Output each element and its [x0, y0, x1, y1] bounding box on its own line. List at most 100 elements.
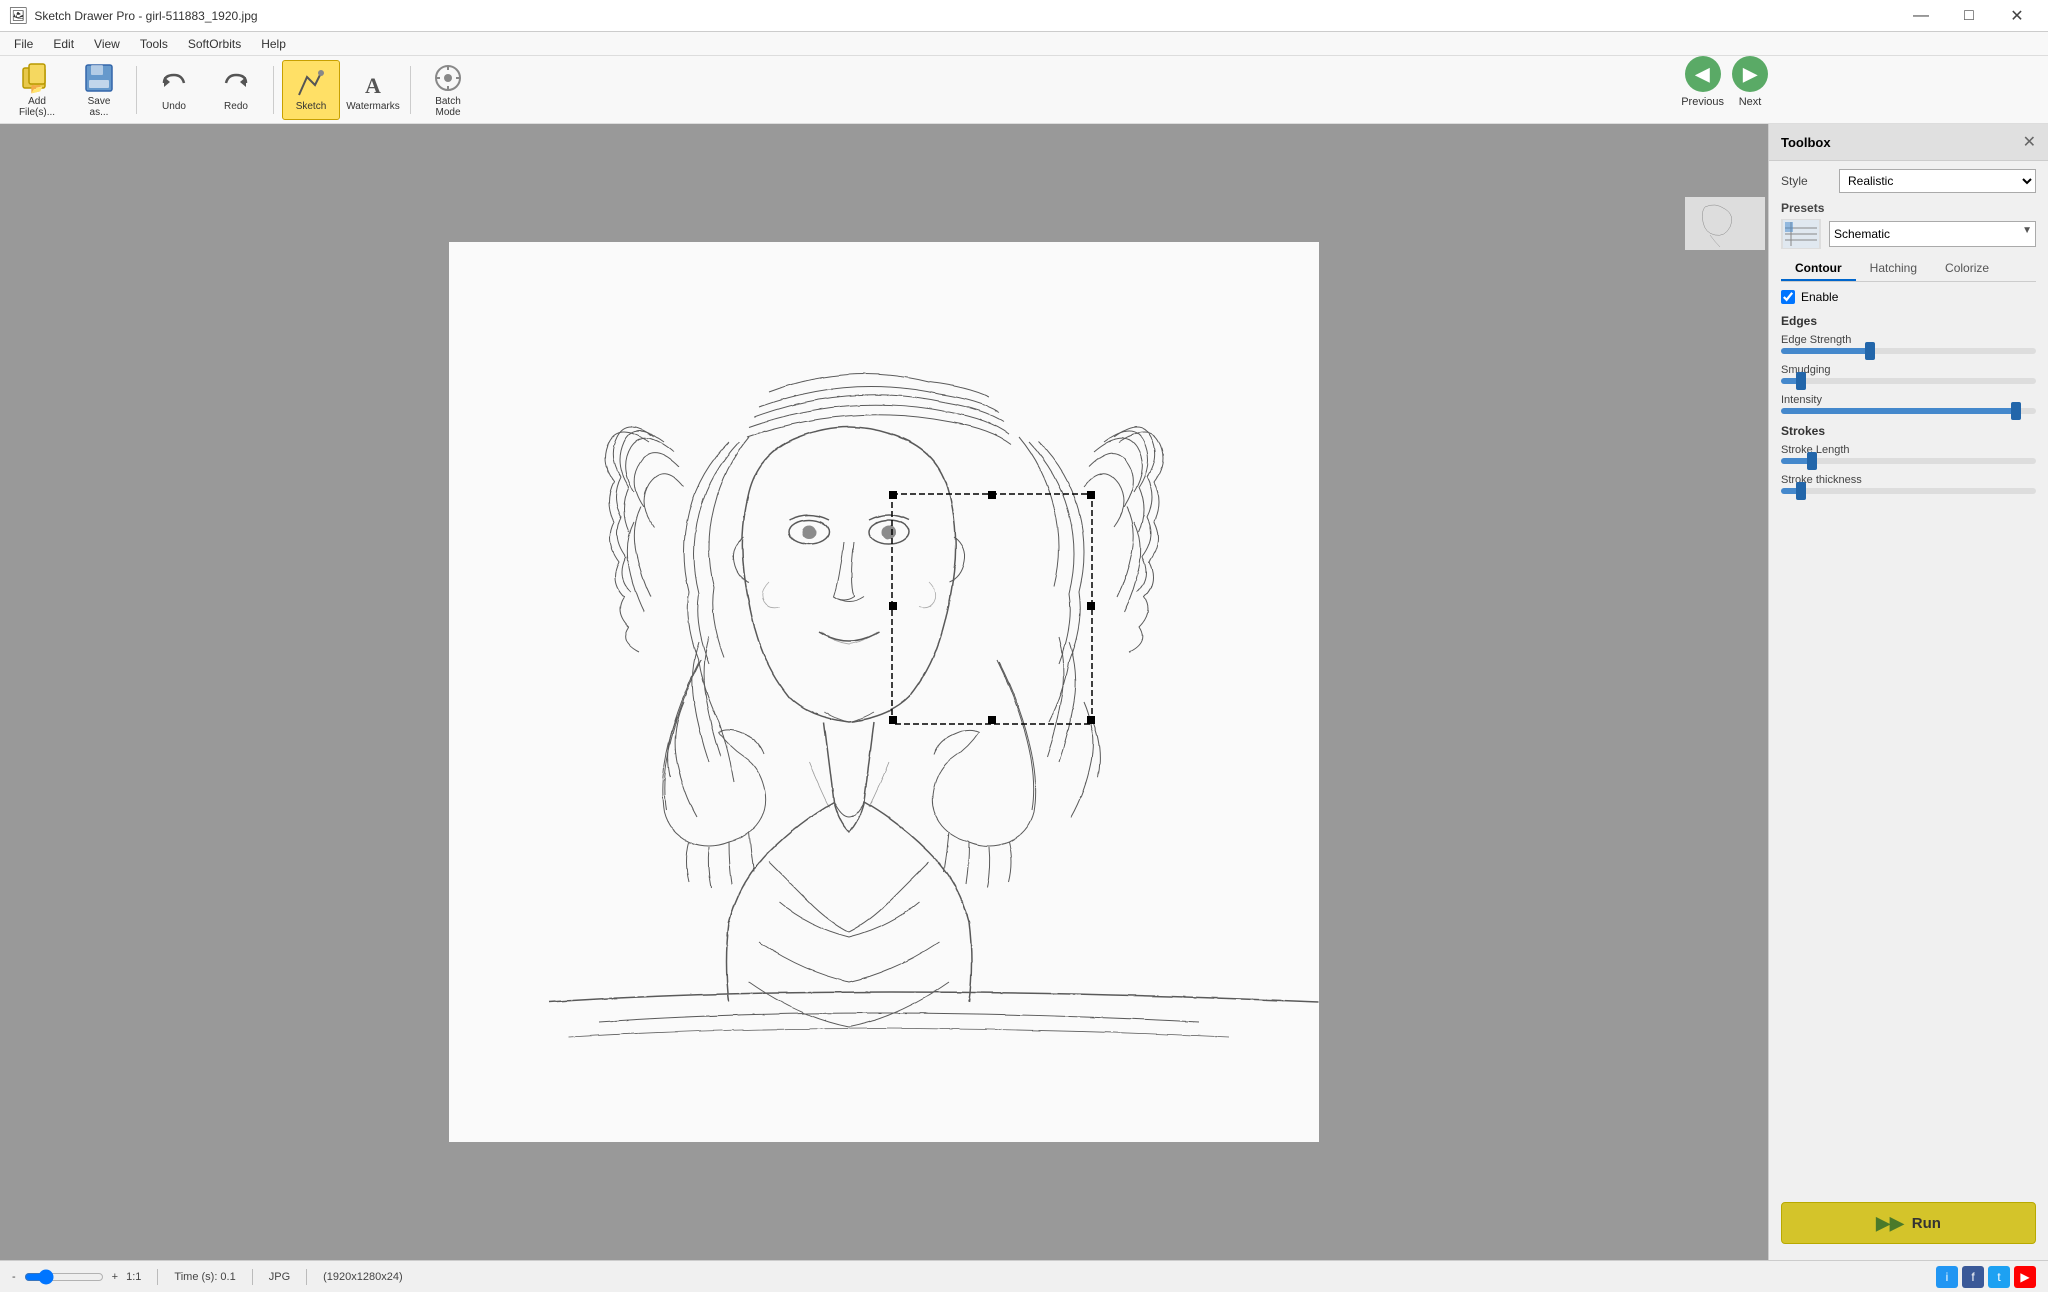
undo-icon — [158, 67, 190, 99]
stroke-thickness-track[interactable] — [1781, 488, 2036, 494]
menu-tools[interactable]: Tools — [130, 32, 178, 56]
smudging-track[interactable] — [1781, 378, 2036, 384]
style-row: Style Realistic Artistic Comic Manga — [1781, 169, 2036, 193]
tabs-row: Contour Hatching Colorize — [1781, 257, 2036, 282]
stroke-thickness-thumb[interactable] — [1796, 482, 1806, 500]
enable-checkbox[interactable] — [1781, 290, 1795, 304]
presets-row: Schematic Classic Modern Soft — [1781, 219, 2036, 249]
save-as-icon — [83, 62, 115, 94]
sketch-icon — [295, 67, 327, 99]
smudging-thumb[interactable] — [1796, 372, 1806, 390]
undo-label: Undo — [162, 101, 186, 112]
sketch-image — [449, 242, 1319, 1142]
sketch-label: Sketch — [296, 101, 327, 112]
window-controls: — □ ✕ — [1898, 1, 2040, 31]
edge-strength-thumb[interactable] — [1865, 342, 1875, 360]
status-bar: - + 1:1 Time (s): 0.1 JPG (1920x1280x24)… — [0, 1260, 2048, 1292]
format-label: JPG — [269, 1271, 290, 1283]
twitter-button[interactable]: t — [1988, 1266, 2010, 1288]
save-as-button[interactable]: Save as... — [70, 60, 128, 120]
menu-file[interactable]: File — [4, 32, 43, 56]
menu-edit[interactable]: Edit — [43, 32, 84, 56]
status-sep-2 — [252, 1269, 253, 1285]
svg-text:📂: 📂 — [31, 84, 43, 94]
edge-strength-row: Edge Strength — [1781, 334, 2036, 354]
menu-help[interactable]: Help — [251, 32, 296, 56]
watermarks-label: Watermarks — [346, 101, 400, 112]
watermarks-button[interactable]: A Watermarks — [344, 60, 402, 120]
style-label: Style — [1781, 174, 1831, 188]
preview-thumbnail — [1684, 196, 1766, 251]
stroke-length-row: Stroke Length — [1781, 444, 2036, 464]
stroke-length-label: Stroke Length — [1781, 444, 2036, 456]
toolbox-spacer — [1769, 512, 2048, 1186]
previous-icon: ◀ — [1685, 56, 1721, 92]
info-button[interactable]: i — [1936, 1266, 1958, 1288]
time-label: Time (s): 0.1 — [174, 1271, 235, 1283]
redo-button[interactable]: Redo — [207, 60, 265, 120]
style-select[interactable]: Realistic Artistic Comic Manga — [1839, 169, 2036, 193]
stroke-thickness-label: Stroke thickness — [1781, 474, 2036, 486]
smudging-row: Smudging — [1781, 364, 2036, 384]
menu-bar: File Edit View Tools SoftOrbits Help — [0, 32, 2048, 56]
style-section: Style Realistic Artistic Comic Manga Pre… — [1769, 161, 2048, 512]
strokes-section-title: Strokes — [1781, 424, 2036, 438]
intensity-row: Intensity — [1781, 394, 2036, 414]
social-buttons: i f t ▶ — [1936, 1266, 2036, 1288]
toolbar-sep-3 — [410, 66, 411, 114]
menu-view[interactable]: View — [84, 32, 130, 56]
add-files-icon: 📂 — [21, 62, 53, 94]
zoom-icon-minus: - — [12, 1271, 16, 1283]
presets-label: Presets — [1781, 201, 2036, 215]
youtube-button[interactable]: ▶ — [2014, 1266, 2036, 1288]
tab-hatching[interactable]: Hatching — [1856, 257, 1931, 281]
zoom-label: 1:1 — [126, 1271, 141, 1283]
batch-mode-button[interactable]: Batch Mode — [419, 60, 477, 120]
tab-contour[interactable]: Contour — [1781, 257, 1856, 281]
zoom-section: - + 1:1 — [12, 1269, 141, 1285]
presets-select[interactable]: Schematic Classic Modern Soft — [1829, 221, 2036, 247]
status-sep-3 — [306, 1269, 307, 1285]
add-files-button[interactable]: 📂 Add File(s)... — [8, 60, 66, 120]
batch-mode-icon — [432, 62, 464, 94]
redo-icon — [220, 67, 252, 99]
maximize-button[interactable]: □ — [1946, 1, 1992, 31]
sketch-canvas — [449, 242, 1319, 1142]
batch-mode-label: Batch Mode — [435, 96, 461, 118]
toolbox-close-button[interactable]: ✕ — [2023, 132, 2036, 152]
previous-label: Previous — [1681, 96, 1724, 108]
run-button[interactable]: ▶▶ Run — [1781, 1202, 2036, 1244]
main-area: Toolbox ✕ Style Realistic Artistic Comic… — [0, 124, 2048, 1260]
menu-softorbits[interactable]: SoftOrbits — [178, 32, 251, 56]
title-bar: 🖼 Sketch Drawer Pro - girl-511883_1920.j… — [0, 0, 2048, 32]
intensity-track[interactable] — [1781, 408, 2036, 414]
undo-button[interactable]: Undo — [145, 60, 203, 120]
run-icon: ▶▶ — [1876, 1213, 1904, 1234]
zoom-slider[interactable] — [24, 1269, 104, 1285]
tab-colorize[interactable]: Colorize — [1931, 257, 2003, 281]
previous-button[interactable]: ◀ Previous — [1681, 56, 1724, 108]
close-button[interactable]: ✕ — [1994, 1, 2040, 31]
edge-strength-track[interactable] — [1781, 348, 2036, 354]
next-button[interactable]: ▶ Next — [1732, 56, 1768, 108]
window-title: Sketch Drawer Pro - girl-511883_1920.jpg — [34, 9, 257, 23]
preview-nav: ◀ Previous ▶ Next — [1681, 56, 1768, 108]
next-icon: ▶ — [1732, 56, 1768, 92]
intensity-fill — [1781, 408, 2016, 414]
stroke-length-thumb[interactable] — [1807, 452, 1817, 470]
presets-select-wrap: Schematic Classic Modern Soft — [1829, 221, 2036, 247]
sketch-button[interactable]: Sketch — [282, 60, 340, 120]
next-label: Next — [1739, 96, 1762, 108]
smudging-label: Smudging — [1781, 364, 2036, 376]
intensity-label: Intensity — [1781, 394, 2036, 406]
toolbox-header: Toolbox ✕ — [1769, 124, 2048, 161]
intensity-thumb[interactable] — [2011, 402, 2021, 420]
add-files-label: Add File(s)... — [19, 96, 55, 118]
save-as-label: Save as... — [88, 96, 111, 118]
stroke-length-track[interactable] — [1781, 458, 2036, 464]
facebook-button[interactable]: f — [1962, 1266, 1984, 1288]
toolbox-title: Toolbox — [1781, 135, 1831, 150]
stroke-thickness-row: Stroke thickness — [1781, 474, 2036, 494]
toolbar-sep-1 — [136, 66, 137, 114]
minimize-button[interactable]: — — [1898, 1, 1944, 31]
